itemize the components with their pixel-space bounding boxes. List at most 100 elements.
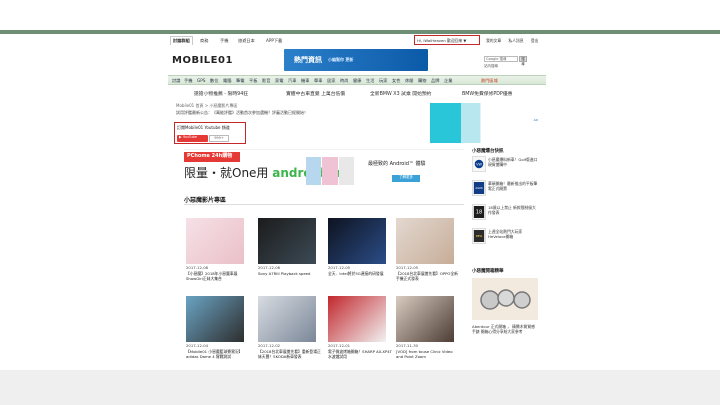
pchome-logo[interactable]: PChome 24h購物	[184, 152, 240, 162]
video-title[interactable]: 全天．Intel將於5G連接的研發展	[328, 271, 392, 276]
video-thumbnail[interactable]	[396, 218, 454, 264]
youtube-button-label: YouTube	[182, 135, 198, 139]
sidebar-feature-text[interactable]: Aberdour 正式開箱 ， 精緻木質質感手錶 開箱心得分享給大家參考	[472, 324, 538, 334]
rating-18-icon: 18	[473, 206, 485, 218]
category-item[interactable]: 居家	[327, 78, 335, 84]
video-date: 2017-12-02	[258, 343, 281, 348]
private-message-link[interactable]: 私人訊息	[508, 38, 523, 43]
category-item[interactable]: 機車	[301, 78, 309, 84]
video-date: 2017-12-04	[186, 343, 209, 348]
category-item[interactable]: 健康	[353, 78, 361, 84]
category-item[interactable]: 汽車	[288, 78, 296, 84]
sidebar-logo: ASUS	[472, 180, 486, 196]
category-item[interactable]: 休閒	[405, 78, 413, 84]
news-row: 搶搶小物推薦 - 限時94狂 實體中古車直覺 上萬台低價 全新BMW X3 試乘…	[168, 88, 546, 98]
top-divider	[0, 30, 720, 34]
breadcrumb[interactable]: Mobile01 首頁 > 小惡魔影片專區	[176, 103, 237, 109]
ad-gallery-image	[338, 157, 354, 185]
search-input[interactable]: Google 搜尋	[484, 56, 518, 62]
svg-text:ASUS: ASUS	[475, 186, 483, 190]
category-bar: 討論 手機 GPS 數位 電腦 筆電 平板 影音 家電 汽車 機車 單車 居家 時尚 健康 生活 玩家 女性 休閒購…	[168, 75, 546, 85]
site-search-link[interactable]: 站內搜尋	[484, 64, 498, 69]
sidebar-logo: 18	[472, 204, 486, 220]
video-thumbnail[interactable]	[186, 296, 244, 342]
video-title[interactable]: Sony A7RIII Playback speed	[258, 271, 322, 276]
category-item[interactable]: 生活	[366, 78, 374, 84]
sidebar-logo: NEW	[472, 228, 486, 244]
category-item[interactable]: 單車	[314, 78, 322, 84]
sidebar-item-text: 18歲以上禁止 新款限制級大作發表	[488, 205, 536, 215]
category-item[interactable]: 數位	[210, 78, 218, 84]
ad-right-text: 最極致的 Android™ 體驗	[368, 161, 426, 167]
news-item-4[interactable]: BMW免費保修PDP優惠	[462, 90, 512, 97]
user-menu[interactable]: Hi, iWaiHeaven 歡迎回來 ▼	[414, 35, 480, 45]
video-thumbnail[interactable]	[328, 296, 386, 342]
video-title[interactable]: 電子微波烤箱開箱！SHARP AX-XP4T水波爐試用	[328, 349, 392, 359]
category-item[interactable]: 影音	[262, 78, 270, 84]
main-ad[interactable]: PChome 24h購物 限量・就One用 androidone 最極致的 An…	[184, 149, 464, 187]
sidebar-feature-image[interactable]	[472, 278, 538, 320]
video-grid: 2017-12-08 【小惡魔】2018年小惡魔車展 ShowGirl正妹大集合 2…	[184, 218, 464, 368]
category-item[interactable]: 時尚	[340, 78, 348, 84]
header: MOBILE01 熱門資訊 小編幫你 更新 Google 搜尋 搜尋 站內搜尋	[168, 47, 546, 73]
video-date: 2017-12-05	[328, 265, 351, 270]
news-item-2[interactable]: 實體中古車直覺 上萬台低價	[286, 90, 345, 97]
video-thumbnail[interactable]	[186, 218, 244, 264]
video-date: 2017-11-30	[396, 343, 419, 348]
category-item[interactable]: 熱門區域	[481, 78, 498, 84]
sidebar-item[interactable]: ASUS 華碩開箱！最新推出的平板筆電正式開賣	[472, 180, 538, 200]
sidebar-item[interactable]: 18 18歲以上禁止 新款限制級大作發表	[472, 204, 538, 224]
top-right-ad[interactable]: AD	[430, 103, 540, 143]
site-logo[interactable]: MOBILE01	[172, 55, 233, 66]
category-item[interactable]: GPS	[197, 78, 205, 83]
category-item[interactable]: 購物	[418, 78, 426, 84]
browser-page: 討論群組 商務 手機 旅遊日本 APP下載 Hi, iWaiHeaven 歡迎回…	[0, 0, 720, 405]
video-thumbnail[interactable]	[258, 218, 316, 264]
news-item-3[interactable]: 全新BMW X3 試乘 開始預約	[370, 90, 431, 97]
video-date: 2017-12-08	[186, 265, 209, 270]
video-thumbnail[interactable]	[396, 296, 454, 342]
category-item[interactable]: 家電	[275, 78, 283, 84]
video-title[interactable]: 【小惡魔】2018年小惡魔車展 ShowGirl正妹大集合	[186, 271, 250, 281]
search-button[interactable]: 搜尋	[519, 56, 527, 66]
category-item[interactable]: 平板	[249, 78, 257, 84]
video-title[interactable]: 【Mobile01 小惡魔籃球賽實況】adidas Dame 4 實戰測試	[186, 349, 250, 359]
category-item[interactable]: 電腦	[223, 78, 231, 84]
logout-link[interactable]: 登出	[531, 38, 539, 43]
category-item[interactable]: 筆電	[236, 78, 244, 84]
category-item[interactable]: 品牌	[431, 78, 439, 84]
sidebar-item-text: 小惡魔爆料新車！Golf版進口現貨搶購中	[488, 157, 538, 167]
sidebar-item[interactable]: VW 小惡魔爆料新車！Golf版進口現貨搶購中	[472, 156, 538, 176]
news-item-1[interactable]: 搶搶小物推薦 - 限時94狂	[194, 90, 248, 97]
ad-gallery	[306, 157, 354, 185]
nav-tab-business[interactable]: 商務	[200, 38, 208, 44]
top-right-links: 我的文章 私人訊息 登出	[486, 38, 544, 44]
notice-text[interactable]: 試用評鑑最新公告：《萬能評鑑》活動首次參加選機？評審活動已經開始！	[176, 110, 308, 116]
category-item[interactable]: 女性	[392, 78, 400, 84]
sidebar-item[interactable]: NEW 上週全站熱門大玩家HeVeloce開箱	[472, 228, 538, 248]
banner-main-text: 熱門資訊	[294, 56, 322, 64]
video-title[interactable]: 【2018台北車展搶先看】OPPO全新手機正式發表	[396, 271, 460, 281]
video-date: 2017-12-01	[328, 343, 351, 348]
section-divider	[184, 204, 464, 205]
youtube-button[interactable]: ▶ YouTube	[177, 135, 208, 142]
video-title[interactable]: 【2018台北車展搶先看】重新登場正妹天團！SKODA新車發表	[258, 349, 322, 359]
video-thumbnail[interactable]	[258, 296, 316, 342]
video-date: 2017-12-05	[396, 265, 419, 270]
category-item[interactable]: 討論	[172, 78, 180, 84]
video-thumbnail[interactable]	[328, 218, 386, 264]
watch-image-icon	[472, 278, 538, 320]
nav-tab-phone[interactable]: 手機	[220, 38, 228, 44]
ad-slogan-prefix: 限量・就One用	[184, 166, 269, 180]
category-item[interactable]: 玩家	[379, 78, 387, 84]
learn-more-button[interactable]: 了解更多	[392, 175, 420, 182]
category-item[interactable]: 企業	[444, 78, 452, 84]
nav-tab-travel[interactable]: 旅遊日本	[238, 38, 255, 44]
sidebar: 小惡魔爆台快訊 VW 小惡魔爆料新車！Golf版進口現貨搶購中 ASUS 華碩開…	[472, 148, 538, 370]
nav-tab-forum[interactable]: 討論群組	[170, 36, 193, 45]
nav-tab-app[interactable]: APP下載	[266, 38, 282, 44]
my-posts-link[interactable]: 我的文章	[486, 38, 501, 43]
video-title[interactable]: [VOD] from touse Clinic Video and Point …	[396, 349, 460, 359]
header-banner[interactable]: 熱門資訊 小編幫你 更新	[284, 49, 428, 71]
category-item[interactable]: 手機	[184, 78, 192, 84]
